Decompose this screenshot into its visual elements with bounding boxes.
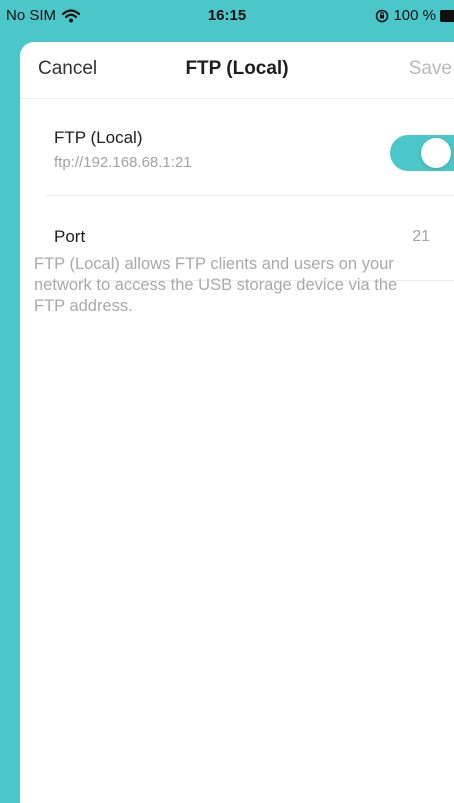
status-bar: No SIM 16:15 100 % <box>0 0 454 34</box>
ftp-local-toggle[interactable] <box>390 135 454 171</box>
battery-percentage: 100 % <box>393 7 436 24</box>
ftp-description: FTP (Local) allows FTP clients and users… <box>34 255 398 315</box>
ftp-address: ftp://192.168.68.1:21 <box>54 154 192 171</box>
nav-bar: Cancel FTP (Local) Save <box>20 42 454 99</box>
rotation-lock-icon <box>375 9 389 23</box>
battery-icon <box>440 9 454 22</box>
ftp-local-row: FTP (Local) ftp://192.168.68.1:21 <box>46 99 454 196</box>
port-label: Port <box>54 227 86 246</box>
save-button[interactable]: Save <box>409 58 452 80</box>
app-screen: No SIM 16:15 100 % Cancel FTP (Local) Sa… <box>0 0 454 803</box>
ftp-local-label: FTP (Local) <box>54 128 143 147</box>
page-title: FTP (Local) <box>185 58 289 79</box>
port-value: 21 <box>412 228 430 245</box>
ftp-settings-sheet: Cancel FTP (Local) Save FTP (Local) ftp:… <box>20 42 454 803</box>
toggle-knob <box>421 138 451 168</box>
status-right: 100 % <box>375 7 454 24</box>
